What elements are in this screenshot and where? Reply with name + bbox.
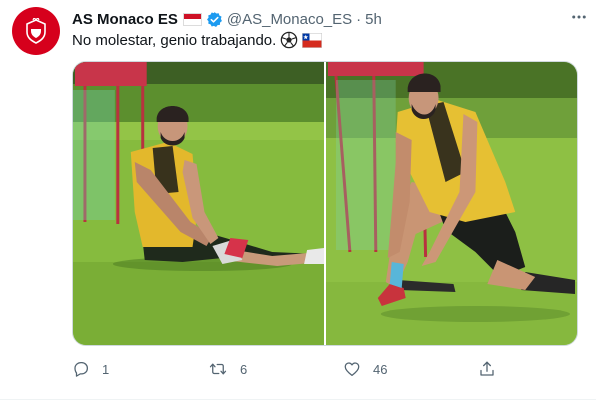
reply-button[interactable]: 1: [72, 358, 109, 380]
soccer-ball-icon: [280, 31, 298, 49]
separator-dot: ·: [356, 10, 362, 28]
photo-player-sitting[interactable]: [73, 62, 324, 345]
monaco-crest-icon: [26, 18, 46, 44]
tweet-media[interactable]: [72, 61, 578, 346]
verified-badge-icon: [206, 11, 223, 28]
heart-icon: [344, 362, 360, 377]
more-options-button[interactable]: [568, 6, 590, 28]
reply-icon: [74, 361, 89, 377]
tweet-text-content: No molestar, genio trabajando.: [72, 31, 277, 49]
display-name[interactable]: AS Monaco ES: [72, 11, 178, 28]
like-button[interactable]: 46: [343, 358, 387, 380]
chile-flag-icon: [302, 32, 323, 48]
share-icon: [480, 361, 494, 376]
retweet-button[interactable]: 6: [208, 358, 247, 380]
tweet[interactable]: AS Monaco ES @AS_Monaco_ES · 5h No moles…: [0, 0, 596, 400]
tweet-actions: 1 6 46: [72, 358, 502, 380]
monaco-flag-icon: [182, 12, 202, 26]
more-icon: [572, 15, 586, 19]
like-count: 46: [373, 361, 388, 377]
retweet-count: 6: [240, 361, 248, 377]
photo-player-kneeling[interactable]: [326, 62, 577, 345]
retweet-icon: [209, 363, 227, 375]
reply-count: 1: [102, 361, 110, 377]
share-button[interactable]: [478, 358, 508, 380]
tweet-header: AS Monaco ES @AS_Monaco_ES · 5h: [72, 9, 582, 29]
user-handle[interactable]: @AS_Monaco_ES: [227, 11, 352, 28]
timestamp[interactable]: 5h: [365, 11, 382, 28]
tweet-text: No molestar, genio trabajando.: [72, 31, 323, 49]
avatar[interactable]: [12, 7, 60, 55]
